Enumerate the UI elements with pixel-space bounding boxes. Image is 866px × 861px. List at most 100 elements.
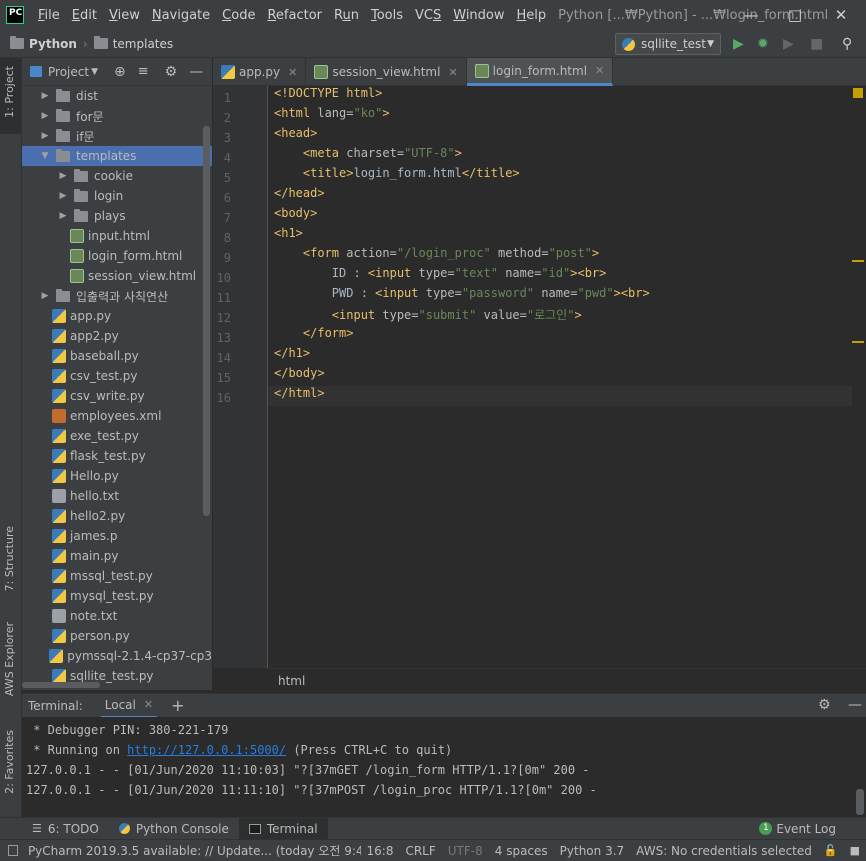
chevron-right-icon[interactable]: ▶ — [38, 111, 52, 121]
tree-folder[interactable]: ▶ for문 — [22, 106, 212, 126]
python-console-tool-button[interactable]: Python Console — [109, 818, 239, 840]
toggle-tool-windows-icon[interactable] — [8, 845, 18, 856]
tree-file[interactable]: hello2.py — [22, 506, 212, 526]
breadcrumb-templates[interactable]: templates — [113, 37, 173, 51]
tree-file[interactable]: baseball.py — [22, 346, 212, 366]
tree-file[interactable]: james.p — [22, 526, 212, 546]
chevron-right-icon[interactable]: ▶ — [56, 211, 70, 221]
tree-file[interactable]: csv_write.py — [22, 386, 212, 406]
event-icon[interactable]: ■ — [844, 844, 866, 857]
editor-scrollbar[interactable] — [852, 86, 866, 668]
file-encoding[interactable]: UTF-8 — [442, 844, 489, 858]
maximize-button[interactable]: □ — [772, 0, 818, 30]
python-interpreter[interactable]: Python 3.7 — [554, 844, 631, 858]
tree-file[interactable]: note.txt — [22, 606, 212, 626]
tree-file[interactable]: app2.py — [22, 326, 212, 346]
tree-file[interactable]: mssql_test.py — [22, 566, 212, 586]
warning-icon[interactable] — [853, 88, 863, 98]
tree-file[interactable]: pymssql-2.1.4-cp37-cp3 — [22, 646, 212, 666]
tree-file[interactable]: employees.xml — [22, 406, 212, 426]
aws-credentials[interactable]: AWS: No credentials selected — [630, 844, 818, 858]
terminal-output[interactable]: * Debugger PIN: 380-221-179 * Running on… — [22, 717, 866, 817]
indent-setting[interactable]: 4 spaces — [489, 844, 554, 858]
tree-file[interactable]: flask_test.py — [22, 446, 212, 466]
lock-icon[interactable]: 🔓 — [818, 844, 844, 857]
error-stripe-mark[interactable] — [852, 341, 864, 343]
menu-refactor[interactable]: Refactor — [261, 8, 328, 23]
menu-edit[interactable]: Edit — [66, 8, 103, 23]
tree-file[interactable]: hello.txt — [22, 486, 212, 506]
menu-view[interactable]: View — [103, 8, 146, 23]
stop-icon[interactable]: ■ — [810, 36, 823, 52]
tree-folder[interactable]: ▶ login — [22, 186, 212, 206]
chevron-right-icon[interactable]: ▶ — [56, 191, 70, 201]
collapse-all-icon[interactable]: ≡ — [138, 64, 149, 79]
terminal-tab-local[interactable]: Local ✕ — [100, 694, 158, 718]
tree-file[interactable]: input.html — [22, 226, 212, 246]
tree-file[interactable]: login_form.html — [22, 246, 212, 266]
project-horizontal-scrollbar[interactable] — [22, 682, 100, 688]
menu-window[interactable]: Window — [447, 8, 510, 23]
structure-tool-tab[interactable]: 7: Structure — [3, 526, 16, 591]
aws-explorer-tool-tab[interactable]: AWS Explorer — [3, 622, 16, 696]
project-tool-tab[interactable]: 1: Project — [3, 66, 16, 118]
gear-icon[interactable]: ⚙ — [818, 697, 831, 713]
tree-folder[interactable]: ▼ templates — [22, 146, 212, 166]
project-view-select[interactable]: Project — [48, 65, 89, 79]
editor-tab[interactable]: app.py ✕ — [213, 58, 307, 86]
chevron-right-icon[interactable]: ▶ — [38, 131, 52, 141]
tree-file[interactable]: main.py — [22, 546, 212, 566]
tree-file[interactable]: session_view.html — [22, 266, 212, 286]
locate-icon[interactable]: ⊕ — [114, 64, 126, 80]
tree-folder[interactable]: ▶ cookie — [22, 166, 212, 186]
chevron-right-icon[interactable]: ▶ — [38, 91, 52, 101]
terminal-scrollbar[interactable] — [856, 789, 864, 815]
chevron-down-icon[interactable]: ▼ — [91, 67, 98, 77]
hide-panel-icon[interactable]: — — [848, 697, 862, 713]
close-icon[interactable]: ✕ — [144, 698, 153, 711]
close-icon[interactable]: ✕ — [595, 64, 604, 77]
gear-icon[interactable]: ⚙ — [165, 64, 178, 80]
project-scrollbar[interactable] — [203, 126, 210, 516]
tree-file[interactable]: Hello.py — [22, 466, 212, 486]
new-terminal-icon[interactable]: + — [171, 696, 184, 715]
tree-folder[interactable]: ▶ plays — [22, 206, 212, 226]
breadcrumb-root[interactable]: Python — [29, 37, 77, 51]
chevron-right-icon[interactable]: ▶ — [56, 171, 70, 181]
code-editor[interactable]: <!DOCTYPE html> <html lang="ko"> <head> <m… — [268, 86, 852, 668]
caret-position[interactable]: 16:8 — [361, 844, 400, 858]
run-config-select[interactable]: sqllite_test ▼ — [615, 33, 721, 55]
menu-vcs[interactable]: VCS — [409, 8, 447, 23]
menu-file[interactable]: File — [32, 8, 66, 23]
close-icon[interactable]: ✕ — [288, 66, 297, 79]
close-window-button[interactable]: ✕ — [818, 0, 864, 30]
tree-file[interactable]: mysql_test.py — [22, 586, 212, 606]
coverage-icon[interactable]: ▶ — [783, 36, 794, 52]
chevron-right-icon[interactable]: ▶ — [38, 291, 52, 301]
tree-folder[interactable]: ▶ if문 — [22, 126, 212, 146]
tree-folder[interactable]: ▶ dist — [22, 86, 212, 106]
tree-file[interactable]: app.py — [22, 306, 212, 326]
error-stripe-mark[interactable] — [852, 260, 864, 262]
menu-run[interactable]: Run — [328, 8, 365, 23]
tree-file[interactable]: csv_test.py — [22, 366, 212, 386]
search-icon[interactable]: ⚲ — [842, 36, 852, 52]
editor-breadcrumb[interactable]: html — [268, 668, 866, 690]
debug-icon[interactable]: ✹ — [757, 36, 769, 52]
editor-tab[interactable]: login_form.html ✕ — [466, 58, 614, 86]
tree-folder[interactable]: ▶ 입출력과 사칙연산 — [22, 286, 212, 306]
todo-tool-button[interactable]: ☰ 6: TODO — [22, 818, 109, 840]
minimize-button[interactable]: — — [728, 0, 774, 30]
tree-file[interactable]: exe_test.py — [22, 426, 212, 446]
favorites-tool-tab[interactable]: 2: Favorites — [3, 730, 16, 794]
menu-tools[interactable]: Tools — [365, 8, 409, 23]
terminal-tool-button[interactable]: Terminal — [238, 817, 328, 840]
server-url-link[interactable]: http://127.0.0.1:5000/ — [127, 743, 286, 757]
close-icon[interactable]: ✕ — [448, 66, 457, 79]
event-log-tool-button[interactable]: 1 Event Log — [749, 818, 846, 840]
chevron-down-icon[interactable]: ▼ — [38, 151, 52, 161]
editor-tab[interactable]: session_view.html ✕ — [306, 58, 467, 86]
menu-help[interactable]: Help — [511, 8, 553, 23]
hide-panel-icon[interactable]: — — [189, 64, 203, 80]
run-icon[interactable]: ▶ — [733, 36, 744, 52]
